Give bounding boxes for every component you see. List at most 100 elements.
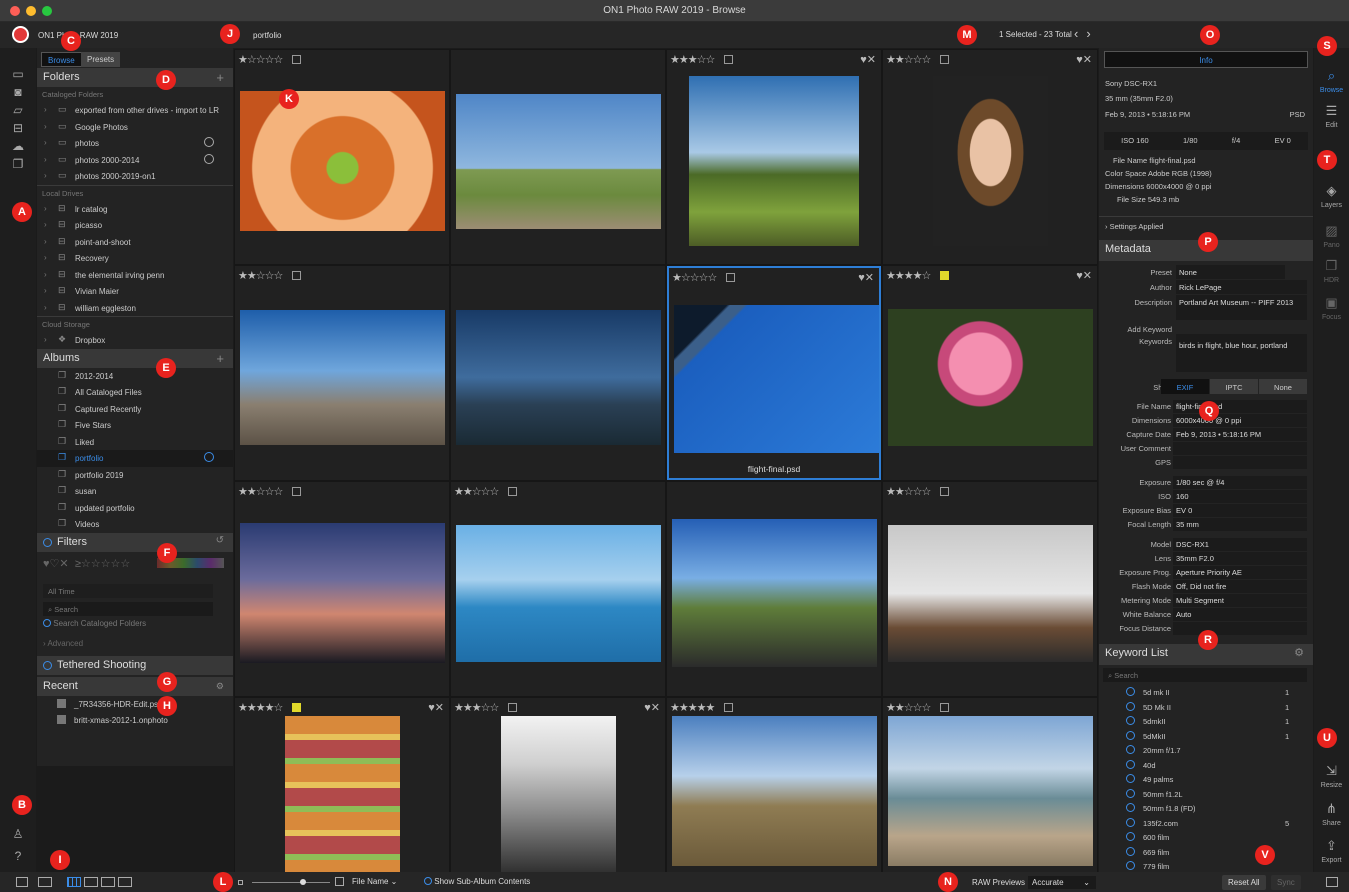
reset-filters-icon[interactable]: ↺: [216, 535, 224, 546]
keyword-item[interactable]: 5D Mk II 1: [1099, 700, 1313, 715]
photo-cell[interactable]: ★★☆☆☆: [883, 482, 1097, 696]
photo-thumbnail[interactable]: [887, 308, 1093, 446]
keyword-checkbox-icon[interactable]: [1126, 817, 1135, 827]
album-item[interactable]: ❐ portfolio 2019: [37, 467, 233, 484]
keyword-item[interactable]: 5d mk II 1: [1099, 685, 1313, 700]
grid-view-icon[interactable]: [67, 877, 81, 887]
color-label-box[interactable]: [292, 55, 301, 64]
photo-thumbnail[interactable]: [887, 716, 1093, 866]
photo-cell[interactable]: ★★☆☆☆ ♥✕: [883, 50, 1097, 264]
keyword-checkbox-icon[interactable]: [1126, 745, 1135, 754]
folders-header[interactable]: Folders +: [37, 68, 233, 87]
keyword-settings-icon[interactable]: ⚙: [1294, 646, 1304, 659]
drive-item[interactable]: › ⊟ point-and-shoot: [37, 234, 233, 251]
focus-module[interactable]: ▣ Focus: [1314, 295, 1349, 321]
folder-search-icon[interactable]: ▱: [11, 104, 25, 116]
album-item[interactable]: ❐ Videos: [37, 516, 233, 533]
recent-item[interactable]: britt-xmas-2012-1.onphoto: [37, 712, 233, 728]
keyword-search-input[interactable]: ⌕ Search: [1103, 668, 1307, 682]
show-none-button[interactable]: None: [1259, 379, 1307, 394]
panel-right-toggle-icon[interactable]: [1326, 877, 1338, 887]
export-button[interactable]: ⇪ Export: [1314, 838, 1349, 864]
tab-presets[interactable]: Presets: [81, 52, 121, 67]
keyword-checkbox-icon[interactable]: [1126, 832, 1135, 841]
photo-thumbnail[interactable]: [887, 524, 1093, 662]
color-label-box[interactable]: [508, 703, 517, 712]
expand-chevron-icon[interactable]: ›: [44, 171, 47, 180]
expand-chevron-icon[interactable]: ›: [44, 270, 47, 279]
drive-item[interactable]: › ⊟ picasso: [37, 217, 233, 234]
filmstrip-view-icon[interactable]: [101, 877, 115, 887]
thumbnail-size-slider[interactable]: [252, 879, 330, 885]
drive-icon[interactable]: ⊟: [11, 122, 25, 134]
tethered-toggle-icon[interactable]: [43, 660, 52, 670]
color-label-box[interactable]: [292, 703, 301, 712]
albums-icon[interactable]: ❐: [11, 158, 25, 170]
star-rating[interactable]: ★★★★★: [670, 701, 715, 714]
date-filter[interactable]: All Time: [43, 583, 213, 598]
keyword-item[interactable]: 40d: [1099, 758, 1313, 773]
keyword-checkbox-icon[interactable]: [1126, 774, 1135, 783]
filmstrip-icon[interactable]: [38, 877, 52, 887]
filters-toggle-icon[interactable]: [43, 537, 52, 547]
keyword-item[interactable]: 135f2.com 5: [1099, 816, 1313, 831]
keyword-item[interactable]: 779 film: [1099, 859, 1313, 872]
star-rating[interactable]: ★★★☆☆: [454, 701, 499, 714]
next-photo-button[interactable]: ›: [1086, 26, 1098, 41]
reset-all-button[interactable]: Reset All: [1222, 875, 1266, 890]
browse-module[interactable]: ⌕ Browse: [1314, 68, 1349, 94]
photo-cell[interactable]: ★★★☆☆ ♥✕: [451, 698, 665, 872]
keyword-item[interactable]: 600 film: [1099, 830, 1313, 845]
photo-thumbnail[interactable]: [284, 716, 400, 872]
help-icon[interactable]: ?: [11, 850, 25, 862]
prev-photo-button[interactable]: ‹: [1074, 26, 1086, 41]
color-label-box[interactable]: [292, 487, 301, 496]
star-rating[interactable]: ★★☆☆☆: [238, 485, 283, 498]
color-label-box[interactable]: [724, 703, 733, 712]
keyword-checkbox-icon[interactable]: [1126, 759, 1135, 769]
star-rating[interactable]: ★★☆☆☆: [886, 485, 931, 498]
preset-select[interactable]: None: [1176, 265, 1285, 279]
recent-item[interactable]: _7R34356-HDR-Edit.psd: [37, 696, 233, 712]
photo-thumbnail[interactable]: [689, 76, 859, 246]
albums-header[interactable]: Albums +: [37, 348, 233, 368]
slider-handle[interactable]: [300, 879, 306, 885]
photo-thumbnail[interactable]: [932, 76, 1048, 246]
photo-cell[interactable]: [451, 50, 665, 264]
description-field[interactable]: Portland Art Museum -- PIFF 2013: [1176, 295, 1307, 320]
photo-thumbnail[interactable]: [239, 309, 445, 445]
star-rating[interactable]: ★★☆☆☆: [454, 485, 499, 498]
expand-chevron-icon[interactable]: ›: [44, 253, 47, 262]
album-item[interactable]: ❐ susan: [37, 483, 233, 500]
keyword-checkbox-icon[interactable]: [1126, 788, 1135, 798]
star-rating[interactable]: ★★★★☆: [238, 701, 283, 714]
author-field[interactable]: Rick LePage: [1176, 280, 1307, 294]
cloud-icon[interactable]: ☁: [11, 140, 25, 152]
drive-item[interactable]: › ⊟ william eggleston: [37, 300, 233, 317]
tab-browse[interactable]: Browse: [41, 52, 82, 67]
album-item[interactable]: ❐ Five Stars: [37, 417, 233, 434]
sort-select[interactable]: File Name ⌄: [352, 877, 397, 886]
album-item[interactable]: ❐ Liked: [37, 434, 233, 451]
photo-thumbnail[interactable]: [500, 716, 616, 872]
keywords-field[interactable]: birds in flight, blue hour, portland: [1176, 334, 1307, 372]
share-button[interactable]: ⋔ Share: [1314, 801, 1349, 827]
color-label-box[interactable]: [940, 271, 949, 280]
folder-item[interactable]: › ▭ Google Photos: [37, 119, 233, 136]
album-item[interactable]: ❐ portfolio: [37, 450, 233, 467]
like-reject-icon[interactable]: ♥✕: [860, 53, 876, 66]
compare-view-icon[interactable]: [118, 877, 132, 887]
keyword-item[interactable]: 669 film: [1099, 845, 1313, 860]
advanced-filters[interactable]: › Advanced: [37, 636, 233, 651]
hdr-module[interactable]: ❐ HDR: [1314, 258, 1349, 284]
drive-item[interactable]: › ⊟ Recovery: [37, 250, 233, 267]
album-item[interactable]: ❐ Captured Recently: [37, 401, 233, 418]
expand-chevron-icon[interactable]: ›: [44, 122, 47, 131]
expand-chevron-icon[interactable]: ›: [44, 303, 47, 312]
like-reject-icon[interactable]: ♥✕: [1076, 269, 1092, 282]
camera-icon[interactable]: ◙: [11, 86, 25, 98]
sub-album-toggle[interactable]: Show Sub-Album Contents: [424, 877, 530, 886]
resize-button[interactable]: ⇲ Resize: [1314, 763, 1349, 789]
folder-item[interactable]: › ▭ exported from other drives - import to…: [37, 102, 233, 119]
photo-cell[interactable]: ★★☆☆☆: [235, 482, 449, 696]
